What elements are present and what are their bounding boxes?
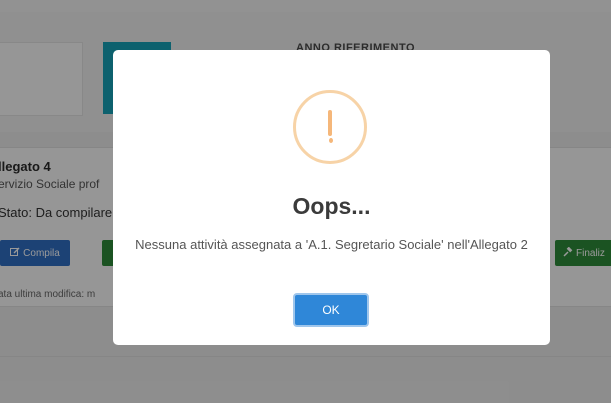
alert-dialog: Oops... Nessuna attività assegnata a 'A.…	[113, 50, 550, 345]
ok-button[interactable]: OK	[293, 293, 369, 327]
dialog-title: Oops...	[292, 193, 371, 219]
dialog-message: Nessuna attività assegnata a 'A.1. Segre…	[135, 237, 528, 252]
warning-exclamation-icon	[293, 90, 367, 164]
